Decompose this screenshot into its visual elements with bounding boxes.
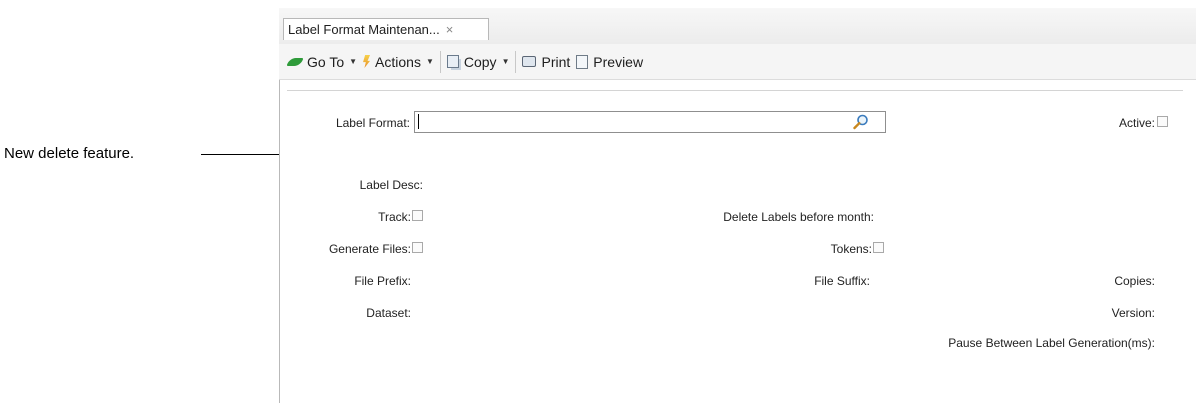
copy-label: Copy xyxy=(463,53,497,70)
chevron-down-icon[interactable]: ▼ xyxy=(502,57,510,66)
tab-label-format-maintenance[interactable]: Label Format Maintenan... × xyxy=(283,18,489,40)
tokens-label: Tokens: xyxy=(830,242,872,256)
pause-between-label-generation-label: Pause Between Label Generation(ms): xyxy=(948,336,1155,350)
actions-label: Actions xyxy=(375,53,421,70)
delete-labels-before-month-label: Delete Labels before month: xyxy=(723,210,874,224)
file-prefix-label: File Prefix: xyxy=(354,274,411,288)
tab-title: Label Format Maintenan... xyxy=(288,22,440,37)
print-button[interactable]: Print xyxy=(519,50,573,74)
go-to-icon xyxy=(286,57,304,66)
preview-icon xyxy=(576,54,589,69)
generate-files-label: Generate Files: xyxy=(328,242,411,256)
active-label: Active: xyxy=(1118,116,1155,130)
copy-icon xyxy=(446,55,459,68)
label-format-label: Label Format: xyxy=(335,116,410,130)
print-label: Print xyxy=(541,53,571,70)
preview-label: Preview xyxy=(593,53,644,70)
toolbar-separator xyxy=(515,50,517,73)
label-format-input[interactable] xyxy=(414,111,886,133)
chevron-down-icon[interactable]: ▼ xyxy=(349,57,357,66)
form-divider xyxy=(287,90,1183,91)
go-to-label: Go To xyxy=(307,53,345,70)
actions-lightning-icon xyxy=(363,55,371,68)
search-icon[interactable] xyxy=(852,113,870,131)
go-to-button[interactable]: Go To ▼ xyxy=(285,50,360,74)
copy-button[interactable]: Copy ▼ xyxy=(444,50,513,74)
toolbar-separator xyxy=(439,50,441,73)
label-desc-label: Label Desc: xyxy=(359,178,423,192)
generate-files-checkbox[interactable] xyxy=(412,242,423,253)
version-label: Version: xyxy=(1111,306,1155,320)
annotation-text: New delete feature. xyxy=(4,145,135,162)
printer-icon xyxy=(522,56,537,67)
copies-label: Copies: xyxy=(1114,274,1155,288)
track-label: Track: xyxy=(378,210,411,224)
toolbar: Go To ▼ Actions ▼ Copy ▼ Print Preview xyxy=(279,44,1196,80)
file-suffix-label: File Suffix: xyxy=(814,274,870,288)
actions-button[interactable]: Actions ▼ xyxy=(360,50,437,74)
chevron-down-icon[interactable]: ▼ xyxy=(426,57,434,66)
tokens-checkbox[interactable] xyxy=(873,242,884,253)
track-checkbox[interactable] xyxy=(412,210,423,221)
dataset-label: Dataset: xyxy=(366,306,411,320)
active-checkbox[interactable] xyxy=(1157,116,1168,127)
preview-button[interactable]: Preview xyxy=(573,50,646,74)
text-cursor xyxy=(418,114,419,129)
close-icon[interactable]: × xyxy=(446,22,454,37)
